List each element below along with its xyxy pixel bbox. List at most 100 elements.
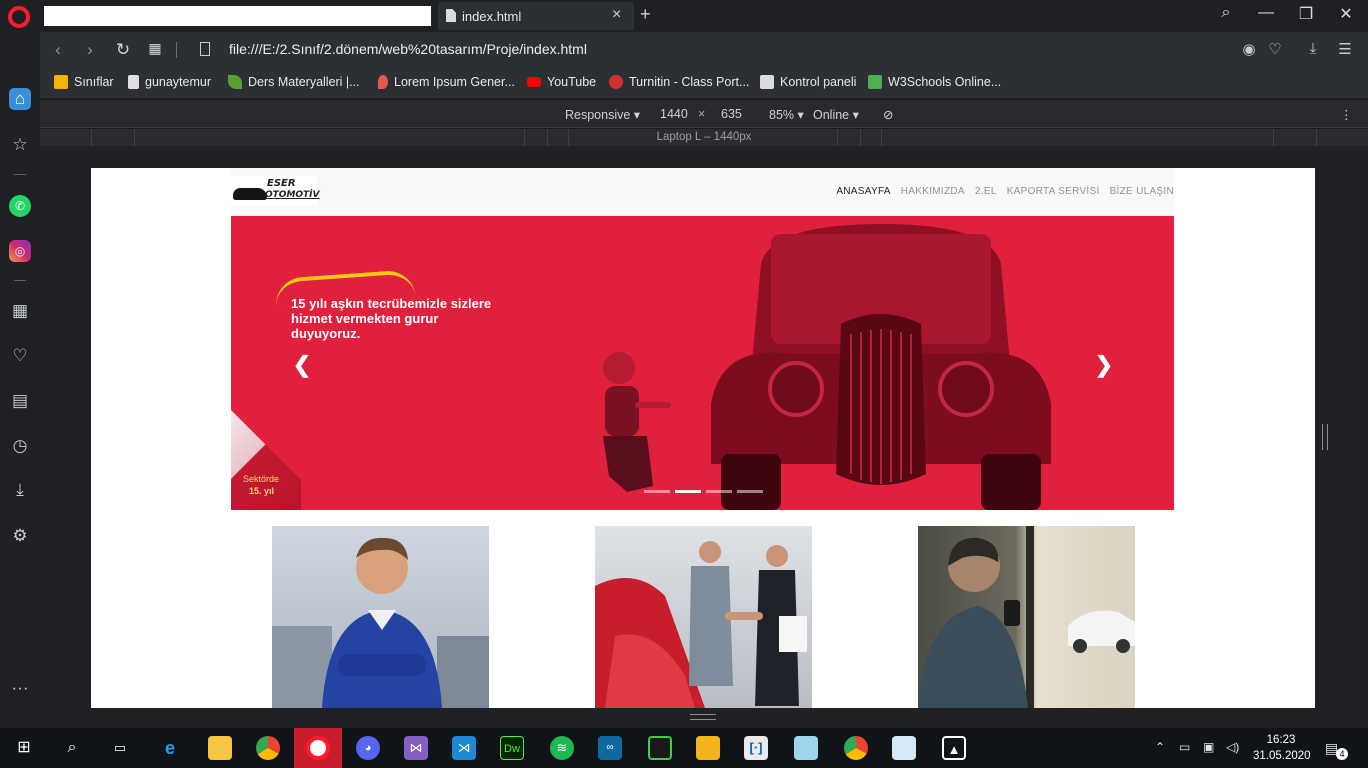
throttling-dropdown[interactable]: Online ▾ — [813, 107, 859, 122]
bookmark-siniflar[interactable]: Sınıflar — [54, 75, 114, 89]
minimize-icon[interactable]: — — [1251, 4, 1281, 22]
carousel-indicator[interactable] — [737, 490, 763, 493]
tools-icon[interactable] — [696, 736, 720, 760]
battery-icon[interactable]: ▭ — [1179, 740, 1190, 754]
snapshot-camera-icon[interactable]: ◉ — [1238, 40, 1260, 58]
bookmark-gunaytemur[interactable]: gunaytemur — [128, 75, 211, 89]
arduino-icon[interactable]: ∞ — [598, 736, 622, 760]
handshake-photo — [595, 541, 807, 708]
photos-icon[interactable]: ▲ — [942, 736, 966, 760]
bookmark-star-icon[interactable]: ☆ — [9, 134, 31, 156]
internet-explorer-icon[interactable]: e — [158, 736, 182, 760]
carousel-next-icon[interactable]: ❯ — [1092, 352, 1116, 378]
back-icon[interactable]: ‹ — [48, 40, 68, 60]
resize-handle-bottom[interactable] — [690, 714, 716, 720]
bookmark-kontrol-paneli[interactable]: Kontrol paneli — [760, 75, 856, 89]
whatsapp-icon[interactable]: ✆ — [9, 195, 31, 217]
more-options-icon[interactable]: ⋮ — [1340, 107, 1353, 122]
bookmark-ders-materyalleri[interactable]: Ders Materyalleri |... — [228, 75, 360, 89]
close-window-icon[interactable]: ✕ — [1331, 4, 1361, 24]
opera-logo-icon[interactable] — [8, 6, 30, 28]
task-view-icon[interactable]: ▭ — [108, 736, 132, 760]
heart-icon[interactable]: ♡ — [9, 345, 31, 367]
notes-app-icon[interactable] — [794, 736, 818, 760]
volume-icon[interactable]: ◁) — [1226, 740, 1239, 754]
forward-icon[interactable]: › — [80, 40, 100, 60]
terminal-icon[interactable] — [648, 736, 672, 760]
width-input[interactable]: 1440 — [660, 107, 688, 121]
bracket-app-icon[interactable]: [·] — [744, 736, 768, 760]
sidebar-divider — [14, 174, 26, 175]
leaf-icon — [228, 75, 242, 89]
carousel-indicator-active[interactable] — [675, 490, 701, 493]
reload-icon[interactable]: ↻ — [113, 40, 133, 60]
settings-gear-icon[interactable]: ⚙ — [9, 525, 31, 547]
tabs-grid-icon[interactable]: ▦ — [145, 40, 165, 57]
visual-studio-icon[interactable]: ⋈ — [404, 736, 428, 760]
tab-index-html[interactable]: index.html × — [438, 2, 634, 30]
search-taskbar-icon[interactable]: ⌕ — [60, 736, 84, 760]
tray-chevron-icon[interactable]: ⌃ — [1155, 740, 1165, 754]
download-icon[interactable]: ⤓ — [1302, 40, 1324, 57]
more-icon[interactable]: ··· — [9, 677, 31, 699]
media-query-label: Laptop L – 1440px — [656, 131, 752, 143]
eser-otomotiv-logo[interactable]: ESER OTOMOTİV — [231, 176, 320, 206]
height-input[interactable]: 635 — [721, 107, 742, 121]
corner-label-1: Sektörde — [243, 474, 280, 484]
vscode-icon[interactable]: ⋊ — [452, 736, 476, 760]
media-query-bar[interactable]: Laptop L – 1440px — [40, 129, 1368, 146]
dreamweaver-icon[interactable]: Dw — [500, 736, 524, 760]
paint-icon[interactable] — [892, 736, 916, 760]
home-icon[interactable]: ⌂ — [9, 88, 31, 110]
discord-icon[interactable]: ◕ — [356, 736, 380, 760]
url-field[interactable]: file:///E:/2.Sınıf/2.dönem/web%20tasarım… — [229, 41, 587, 57]
system-clock[interactable]: 16:23 31.05.2020 — [1253, 732, 1311, 764]
file-explorer-icon[interactable] — [208, 736, 232, 760]
tab-title: index.html — [462, 9, 522, 24]
menu-bize-ulasin[interactable]: BİZE ULAŞIN — [1110, 186, 1174, 197]
card-sales-image[interactable] — [595, 526, 812, 708]
carousel-prev-icon[interactable]: ❮ — [290, 352, 314, 378]
bookmark-youtube[interactable]: YouTube — [527, 75, 596, 89]
carousel-indicator[interactable] — [644, 490, 670, 493]
restore-icon[interactable]: ❐ — [1291, 4, 1321, 24]
windows-start-icon[interactable]: ⊞ — [12, 736, 36, 760]
new-tab-icon[interactable]: + — [640, 4, 651, 25]
bookmark-turnitin[interactable]: Turnitin - Class Port... — [609, 75, 749, 89]
carousel-indicator[interactable] — [706, 490, 732, 493]
downloads-icon[interactable]: ⤓ — [9, 479, 31, 501]
search-icon[interactable]: ⌕ — [1211, 4, 1241, 22]
card-mechanic-image[interactable] — [272, 526, 489, 708]
chrome-second-icon[interactable] — [844, 736, 868, 760]
network-icon[interactable]: ▣ — [1203, 740, 1214, 754]
tab-blank[interactable] — [44, 6, 431, 26]
favorite-heart-icon[interactable]: ♡ — [1264, 40, 1286, 58]
bookmark-lorem-ipsum[interactable]: Lorem Ipsum Gener... — [378, 75, 515, 89]
site-navbar: ESER OTOMOTİV ANASAYFA HAKKIMIZDA 2.EL K… — [231, 168, 1174, 216]
bookmark-w3schools[interactable]: W3Schools Online... — [868, 75, 1001, 89]
menu-hakkimizda[interactable]: HAKKIMIZDA — [901, 186, 965, 197]
logo-line-1: ESER — [267, 178, 296, 189]
device-mode-dropdown[interactable]: Responsive ▾ — [565, 107, 640, 122]
slide-headline: 15 yılı aşkın tecrübemizle sizlere hizme… — [291, 296, 492, 341]
pin-icon — [378, 75, 388, 89]
speed-dial-icon[interactable]: ▦ — [9, 300, 31, 322]
address-separator — [176, 42, 177, 58]
spotify-icon[interactable]: ≋ — [550, 736, 574, 760]
device-toolbar: Responsive ▾ 1440 × 635 85% ▾ Online ▾ ⊘… — [40, 100, 1368, 128]
address-bar: ‹ › ↻ ▦ file:///E:/2.Sınıf/2.dönem/web%2… — [40, 32, 1368, 68]
menu-kaporta-servisi[interactable]: KAPORTA SERVİSİ — [1007, 186, 1100, 197]
card-smartphone-image[interactable] — [918, 526, 1135, 708]
instagram-icon[interactable]: ◎ — [9, 240, 31, 262]
resize-handle-right[interactable] — [1322, 424, 1328, 450]
history-clock-icon[interactable]: ◷ — [9, 435, 31, 457]
menu-anasayfa[interactable]: ANASAYFA — [836, 186, 890, 197]
easy-setup-icon[interactable]: ☰ — [1334, 40, 1356, 58]
opera-icon[interactable] — [306, 736, 330, 760]
close-tab-icon[interactable]: × — [612, 6, 621, 24]
news-icon[interactable]: ▤ — [9, 390, 31, 412]
menu-2el[interactable]: 2.EL — [975, 186, 997, 197]
rotate-disabled-icon[interactable]: ⊘ — [883, 107, 893, 122]
zoom-dropdown[interactable]: 85% ▾ — [769, 107, 804, 122]
chrome-icon[interactable] — [256, 736, 280, 760]
